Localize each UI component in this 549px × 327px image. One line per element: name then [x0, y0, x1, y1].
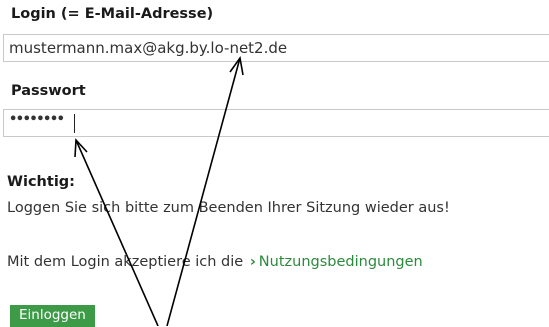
arrow-shaft-password — [75, 139, 159, 326]
annotation-arrows — [74, 55, 244, 326]
arrow-shaft-email — [166, 57, 241, 326]
